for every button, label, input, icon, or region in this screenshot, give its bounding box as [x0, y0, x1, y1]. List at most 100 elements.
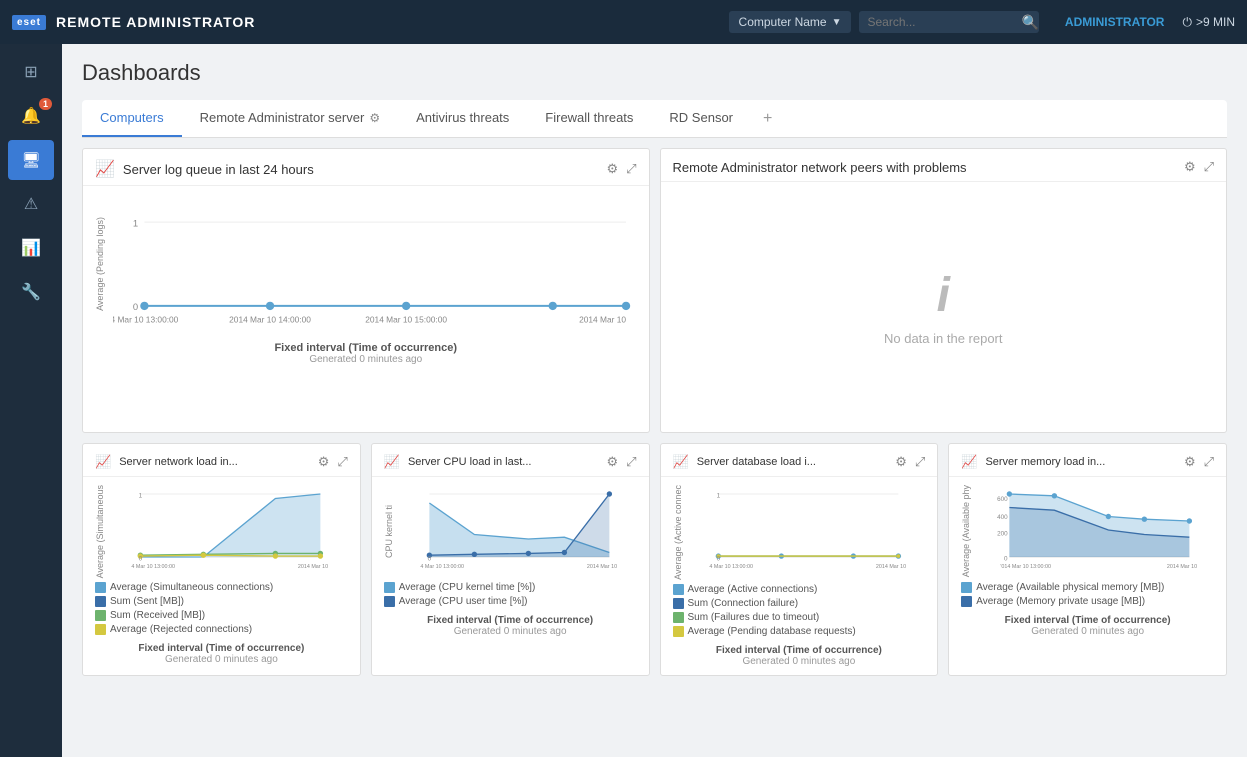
chart-footer: Fixed interval (Time of occurrence) Gene…	[83, 338, 649, 373]
chart-title: Remote Administrator network peers with …	[673, 160, 1176, 175]
chart-footer: Fixed interval (Time of occurrence) Gene…	[83, 639, 360, 673]
network-load-chart: 0 1 4 Mar 10 13:00:00 2014 Mar 10	[113, 485, 348, 575]
dashboard-icon: ⊞	[24, 62, 37, 82]
legend-box: Average (CPU kernel time [%]) Average (C…	[384, 582, 637, 607]
legend-item: Sum (Connection failure)	[673, 598, 926, 609]
generated-label: Generated 0 minutes ago	[384, 626, 637, 637]
svg-text:2014 Mar 10: 2014 Mar 10	[587, 564, 617, 570]
svg-text:1: 1	[139, 493, 143, 500]
settings-icon[interactable]: ⚙	[1184, 454, 1196, 470]
memory-load-card: 📈 Server memory load in... ⚙ ⤢ Average (…	[948, 443, 1227, 676]
chart-footer: Fixed interval (Time of occurrence) Gene…	[949, 611, 1226, 645]
legend-color	[95, 610, 106, 621]
y-axis-label: Average (Available phy	[961, 485, 971, 577]
chart-footer: Fixed interval (Time of occurrence) Gene…	[661, 641, 938, 675]
logout-button[interactable]: ⏻ >9 MIN	[1182, 15, 1235, 30]
legend-item: Sum (Failures due to timeout)	[673, 612, 926, 623]
svg-text:2014 Mar 10 15:00:00: 2014 Mar 10 15:00:00	[365, 315, 447, 325]
legend-item: Average (Pending database requests)	[673, 626, 926, 637]
chart-body: Average (Pending logs)	[83, 186, 649, 338]
legend-color	[384, 596, 395, 607]
cpu-load-card: 📈 Server CPU load in last... ⚙ ⤢ CPU ker…	[371, 443, 650, 676]
legend-color	[95, 596, 106, 607]
settings-icon[interactable]: ⚙	[318, 454, 330, 470]
legend-item: Average (CPU user time [%])	[384, 596, 637, 607]
sidebar-item-notifications[interactable]: 🔔 1	[8, 96, 54, 136]
expand-icon[interactable]: ⤢	[915, 454, 925, 470]
legend-color	[384, 582, 395, 593]
svg-text:0: 0	[133, 301, 138, 312]
legend-item: Average (Available physical memory [MB])	[961, 582, 1214, 593]
svg-text:2014 Mar 10: 2014 Mar 10	[1167, 564, 1197, 570]
footer-label: Fixed interval (Time of occurrence)	[384, 615, 637, 626]
legend-color	[95, 582, 106, 593]
svg-text:2014 Mar 10 14:00:00: 2014 Mar 10 14:00:00	[229, 315, 311, 325]
tab-remote-admin[interactable]: Remote Administrator server ⚙	[182, 100, 399, 137]
expand-icon[interactable]: ⤢	[337, 454, 347, 470]
legend-item: Average (Active connections)	[673, 584, 926, 595]
app-logo: eset	[12, 15, 46, 30]
sidebar: ⊞ 🔔 1 🖥 ⚠ 📊 🔧	[0, 44, 62, 757]
chart-icon: 📊	[21, 238, 41, 258]
sidebar-item-dashboard[interactable]: ⊞	[8, 52, 54, 92]
computer-name-dropdown[interactable]: Computer Name ▼	[729, 11, 852, 33]
no-data-text: No data in the report	[884, 331, 1003, 346]
sidebar-item-alerts[interactable]: ⚠	[8, 184, 54, 224]
tab-antivirus[interactable]: Antivirus threats	[398, 100, 527, 137]
generated-label: Generated 0 minutes ago	[673, 656, 926, 667]
svg-text:2014 Mar 10: 2014 Mar 10	[875, 564, 905, 570]
tab-firewall[interactable]: Firewall threats	[527, 100, 651, 137]
logout-icon: ⏻	[1182, 15, 1192, 30]
chart-type-icon: 📈	[95, 159, 115, 179]
main-content: Dashboards Computers Remote Administrato…	[62, 44, 1247, 757]
legend-item: Average (Rejected connections)	[95, 624, 348, 635]
chart-header: 📈 Server database load i... ⚙ ⤢	[661, 444, 938, 477]
y-axis-label: Average (Active connec	[673, 485, 683, 580]
settings-icon[interactable]: ⚙	[1184, 159, 1196, 175]
bell-icon: 🔔	[21, 106, 41, 126]
tab-computers[interactable]: Computers	[82, 100, 182, 137]
settings-icon[interactable]: ⚙	[606, 161, 618, 177]
chart-type-icon: 📈	[961, 454, 977, 470]
svg-text:2014 Mar 10: 2014 Mar 10	[298, 564, 328, 570]
expand-icon[interactable]: ⤢	[1204, 454, 1214, 470]
tab-add-button[interactable]: +	[751, 104, 784, 134]
tab-gear-icon[interactable]: ⚙	[369, 111, 380, 125]
sidebar-item-reports[interactable]: 📊	[8, 228, 54, 268]
tab-rd-sensor[interactable]: RD Sensor	[651, 100, 751, 137]
legend-color	[673, 598, 684, 609]
alert-icon: ⚠	[24, 194, 38, 214]
memory-load-chart: 0 200 400 600 '014 Mar 10 13:00:00 2014	[985, 485, 1214, 575]
notification-badge: 1	[39, 98, 52, 110]
legend-item: Sum (Sent [MB])	[95, 596, 348, 607]
chart-area: 0 1 4 Mar 10 13:00:00 2014 Mar 10 14:00:…	[113, 194, 637, 334]
expand-icon[interactable]: ⤢	[626, 161, 636, 177]
sidebar-item-tools[interactable]: 🔧	[8, 272, 54, 312]
chart-inner: Average (Pending logs)	[95, 194, 637, 334]
settings-icon[interactable]: ⚙	[606, 454, 618, 470]
footer-label: Fixed interval (Time of occurrence)	[95, 342, 637, 354]
chart-title: Server database load i...	[697, 456, 888, 468]
svg-text:200: 200	[997, 530, 1008, 537]
cpu-load-chart: 0 4 Mar 10 13:00:00 2014 Mar 10	[402, 485, 637, 575]
expand-icon[interactable]: ⤢	[626, 454, 636, 470]
chart-title: Server CPU load in last...	[408, 456, 599, 468]
chart-header: Remote Administrator network peers with …	[661, 149, 1227, 182]
y-axis-label: Average (Simultaneous	[95, 485, 105, 578]
chart-body: Average (Active connec	[661, 477, 938, 641]
sidebar-item-computers[interactable]: 🖥	[8, 140, 54, 180]
chart-body: Average (Available phy 0	[949, 477, 1226, 611]
svg-text:0: 0	[716, 556, 720, 563]
footer-label: Fixed interval (Time of occurrence)	[673, 645, 926, 656]
svg-text:4 Mar 10 13:00:00: 4 Mar 10 13:00:00	[709, 564, 753, 570]
expand-icon[interactable]: ⤢	[1204, 159, 1214, 175]
svg-text:0: 0	[427, 556, 431, 563]
settings-icon[interactable]: ⚙	[895, 454, 907, 470]
chart-type-icon: 📈	[384, 454, 400, 470]
search-area: Computer Name ▼ 🔍	[729, 11, 1039, 33]
search-icon[interactable]: 🔍	[1021, 14, 1038, 31]
svg-text:4 Mar 10 13:00:00: 4 Mar 10 13:00:00	[420, 564, 464, 570]
top-charts-grid: 📈 Server log queue in last 24 hours ⚙ ⤢ …	[82, 138, 1227, 443]
search-input[interactable]	[859, 11, 1039, 33]
chart-header: 📈 Server CPU load in last... ⚙ ⤢	[372, 444, 649, 477]
